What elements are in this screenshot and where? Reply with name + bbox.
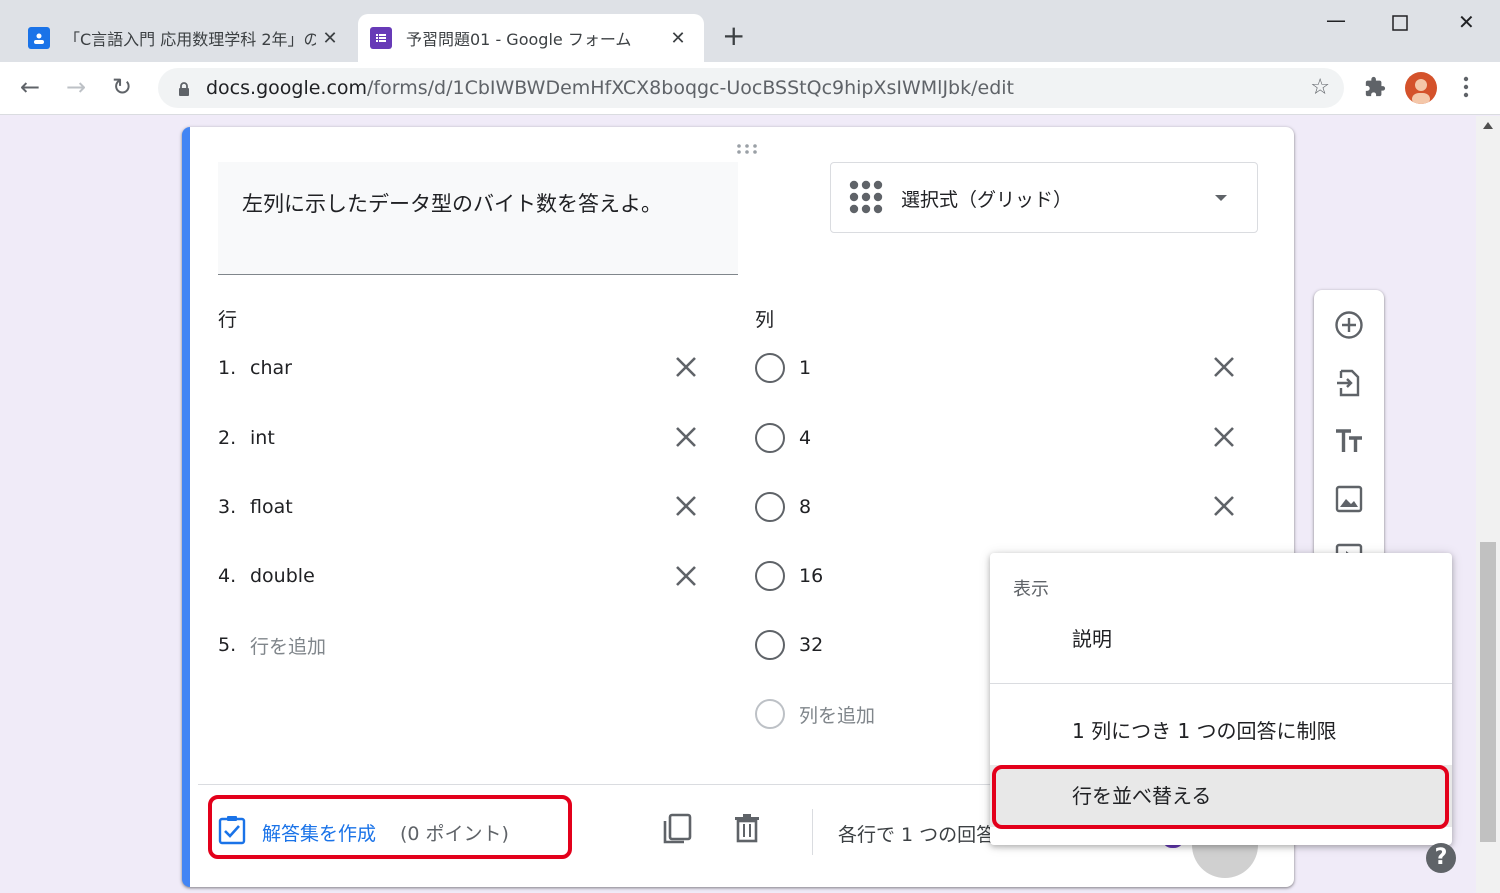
column-label[interactable]: 8 <box>799 496 811 518</box>
remove-row-icon[interactable] <box>674 494 702 522</box>
add-question-icon[interactable] <box>1334 310 1364 340</box>
maximize-icon[interactable] <box>1392 12 1408 36</box>
radio-icon <box>755 492 785 522</box>
close-icon[interactable]: ✕ <box>316 28 344 49</box>
url-domain: docs.google.com <box>206 77 368 99</box>
column-label[interactable]: 32 <box>799 634 823 656</box>
url-path: /forms/d/1CbIWBWDemHfXCX8boqgc-UocBSStQc… <box>367 77 1015 99</box>
more-menu-icon[interactable] <box>1463 76 1469 102</box>
minimize-icon[interactable]: — <box>1326 8 1346 32</box>
menu-item-description[interactable]: 説明 <box>990 623 1452 652</box>
row-number: 2. <box>218 427 237 449</box>
tab-classroom[interactable]: 「C言語入門 応用数理学科 2年」の ✕ <box>16 14 356 62</box>
column-label[interactable]: 1 <box>799 357 811 379</box>
row-label[interactable]: int <box>250 427 275 449</box>
columns-header: 列 <box>755 309 775 331</box>
column-item[interactable]: 32 <box>755 630 823 660</box>
menu-item-limit-one-per-column[interactable]: 1 列につき 1 つの回答に制限 <box>990 715 1452 744</box>
question-type-select[interactable]: 選択式（グリッド） <box>830 162 1258 233</box>
row-item[interactable]: 1. char <box>218 353 292 383</box>
chevron-down-icon <box>1215 195 1227 201</box>
tab-forms[interactable]: 予習問題01 - Google フォーム ✕ <box>358 14 704 62</box>
add-row-placeholder[interactable]: 行を追加 <box>250 632 326 659</box>
column-item[interactable]: 16 <box>755 561 823 591</box>
row-label[interactable]: char <box>250 357 292 379</box>
remove-row-icon[interactable] <box>674 564 702 592</box>
radio-icon <box>755 630 785 660</box>
question-title-input[interactable]: 左列に示したデータ型のバイト数を答えよ。 <box>218 162 738 275</box>
close-icon[interactable]: ✕ <box>664 28 692 49</box>
remove-row-icon[interactable] <box>674 355 702 383</box>
radio-icon <box>755 353 785 383</box>
highlight-box <box>992 765 1449 829</box>
question-title: 左列に示したデータ型のバイト数を答えよ。 <box>242 192 662 216</box>
menu-divider <box>990 683 1452 684</box>
add-row[interactable]: 5. 行を追加 <box>218 630 326 660</box>
classroom-icon <box>28 27 50 49</box>
bookmark-star-icon[interactable]: ☆ <box>1310 75 1330 100</box>
menu-header: 表示 <box>1013 579 1049 600</box>
duplicate-icon[interactable] <box>662 813 692 849</box>
row-number: 3. <box>218 496 237 518</box>
lock-icon <box>178 81 190 100</box>
help-icon[interactable]: ? <box>1426 843 1456 873</box>
grid-icon <box>849 180 883 218</box>
column-label[interactable]: 4 <box>799 427 811 449</box>
scroll-up-icon[interactable] <box>1483 122 1493 129</box>
highlight-box <box>208 795 572 859</box>
back-icon[interactable]: ← <box>20 74 40 100</box>
remove-column-icon[interactable] <box>1212 355 1240 383</box>
column-item[interactable]: 4 <box>755 423 811 453</box>
add-image-icon[interactable] <box>1334 484 1364 514</box>
footer-vertical-divider <box>812 809 813 855</box>
trash-icon[interactable] <box>734 813 760 847</box>
url-text: docs.google.com/forms/d/1CbIWBWDemHfXCX8… <box>206 77 1014 99</box>
column-item[interactable]: 8 <box>755 492 811 522</box>
question-type-label: 選択式（グリッド） <box>901 189 1073 211</box>
column-label[interactable]: 16 <box>799 565 823 587</box>
window-close-icon[interactable]: ✕ <box>1458 10 1475 34</box>
forms-icon <box>370 27 392 49</box>
remove-row-icon[interactable] <box>674 425 702 453</box>
page-scrollbar[interactable] <box>1476 116 1500 893</box>
row-item[interactable]: 2. int <box>218 423 275 453</box>
avatar[interactable] <box>1405 72 1437 104</box>
add-column[interactable]: 列を追加 <box>755 699 875 729</box>
row-item[interactable]: 4. double <box>218 561 315 591</box>
drag-handle-icon[interactable] <box>736 139 758 158</box>
add-column-placeholder[interactable]: 列を追加 <box>799 701 875 728</box>
import-questions-icon[interactable] <box>1334 368 1364 398</box>
row-number: 5. <box>218 634 237 656</box>
row-number: 1. <box>218 357 237 379</box>
browser-tab-strip: 「C言語入門 応用数理学科 2年」の ✕ 予習問題01 - Google フォー… <box>0 0 1500 62</box>
remove-column-icon[interactable] <box>1212 425 1240 453</box>
menu-item-label: 説明 <box>1072 627 1112 651</box>
column-item[interactable]: 1 <box>755 353 811 383</box>
require-response-label: 各行で 1 つの回答 <box>838 824 996 846</box>
tab-title: 予習問題01 - Google フォーム <box>406 30 632 49</box>
new-tab-button[interactable]: + <box>722 22 745 50</box>
remove-column-icon[interactable] <box>1212 494 1240 522</box>
tab-title: 「C言語入門 応用数理学科 2年」の <box>64 30 316 49</box>
forward-icon[interactable]: → <box>66 74 86 100</box>
extensions-icon[interactable] <box>1364 76 1386 102</box>
add-title-icon[interactable] <box>1334 426 1364 456</box>
row-label[interactable]: float <box>250 496 293 518</box>
radio-icon <box>755 423 785 453</box>
row-label[interactable]: double <box>250 565 315 587</box>
reload-icon[interactable]: ↻ <box>112 74 132 100</box>
row-item[interactable]: 3. float <box>218 492 293 522</box>
menu-item-label: 1 列につき 1 つの回答に制限 <box>1072 719 1337 743</box>
browser-toolbar: ← → ↻ docs.google.com/forms/d/1CbIWBWDem… <box>0 62 1500 115</box>
radio-icon <box>755 699 785 729</box>
rows-header: 行 <box>218 309 238 331</box>
radio-icon <box>755 561 785 591</box>
side-toolbar <box>1314 290 1384 560</box>
scroll-thumb[interactable] <box>1480 542 1496 842</box>
address-bar[interactable]: docs.google.com/forms/d/1CbIWBWDemHfXCX8… <box>158 68 1344 108</box>
row-number: 4. <box>218 565 237 587</box>
